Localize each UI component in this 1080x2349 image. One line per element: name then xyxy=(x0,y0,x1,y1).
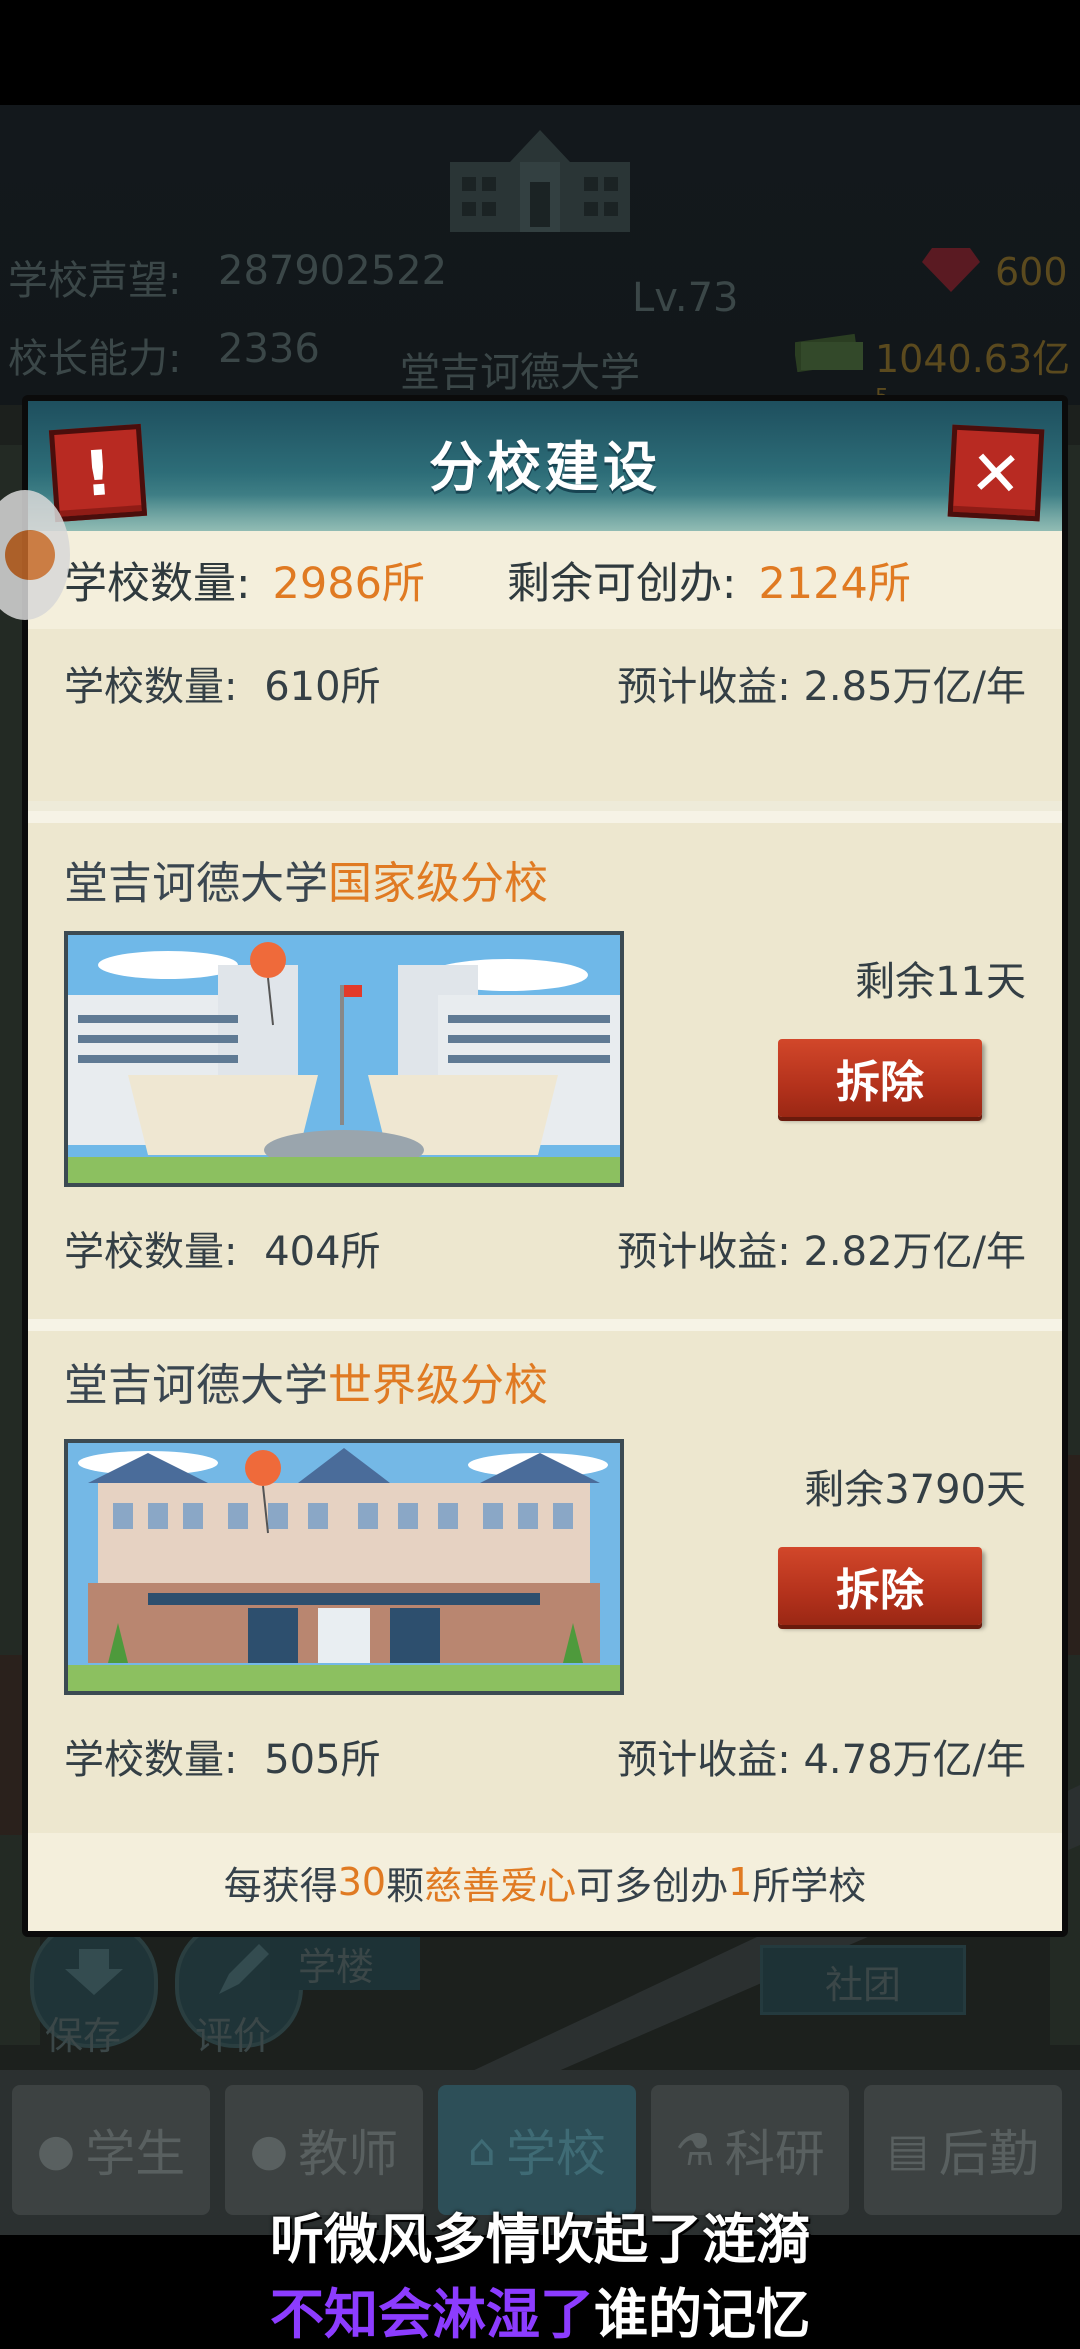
school-count: 学校数量: 404所 xyxy=(64,1219,381,1277)
close-button[interactable]: ✕ xyxy=(947,424,1045,522)
level-text: Lv.73 xyxy=(632,275,739,321)
subtitle-line-2: 不知会淋湿了谁的记忆 xyxy=(0,2270,1080,2349)
tab-teachers-label: 教师 xyxy=(298,2125,399,2183)
tab-school-label: 学校 xyxy=(505,2125,606,2183)
building-label: 学楼 xyxy=(298,1945,375,1989)
remaining-days: 剩余11天 xyxy=(855,959,1026,1005)
money-icon xyxy=(795,333,863,372)
building-button[interactable]: 学楼 xyxy=(270,1930,420,1990)
national-campus-illustration xyxy=(68,935,620,1183)
reputation-value: 287902522 xyxy=(218,248,448,294)
demolish-button[interactable]: 拆除 xyxy=(778,1547,982,1625)
branch-title: 堂吉诃德大学世界级分校 xyxy=(64,1349,548,1413)
school-count-value: 404所 xyxy=(264,1229,381,1275)
close-icon: ✕ xyxy=(968,435,1024,511)
remaining-value: 2124所 xyxy=(758,559,911,609)
branch-title-school: 堂吉诃德大学 xyxy=(64,1360,328,1411)
school-count-label: 学校数量: xyxy=(64,1229,238,1275)
branch-title: 堂吉诃德大学国家级分校 xyxy=(64,847,548,911)
hint-part4: 所学校 xyxy=(752,1863,867,1908)
subtitle-highlight: 不知会淋湿了 xyxy=(270,2283,594,2346)
remaining-label: 剩余可创办: xyxy=(506,559,737,609)
school-count-label: 学校数量: xyxy=(64,664,238,710)
hint-part1: 每获得 xyxy=(223,1863,338,1908)
hint-number2: 1 xyxy=(728,1860,753,1904)
national-branch-image xyxy=(64,931,624,1187)
branch-card: 学校数量: 610所 预计收益: 2.85万亿/年 xyxy=(28,629,1062,801)
expected-revenue: 预计收益: 2.85万亿/年 xyxy=(617,664,1026,710)
ability-value: 2336 xyxy=(218,326,320,372)
branch-title-school: 堂吉诃德大学 xyxy=(64,858,328,909)
school-building-icon xyxy=(450,130,630,232)
subtitle-rest: 谁的记忆 xyxy=(594,2283,810,2346)
clipboard-icon: ▤ xyxy=(887,2124,929,2176)
teacher-icon: ● xyxy=(249,2124,289,2176)
alert-icon[interactable]: ! xyxy=(48,423,148,523)
charity-hint: 每获得 30 颗慈善爱心 可多创办 1 所学校 xyxy=(28,1833,1062,1931)
card-divider xyxy=(28,1319,1062,1331)
dialog-title: 分校建设 xyxy=(429,436,661,499)
tab-logistics-label: 后勤 xyxy=(938,2125,1039,2183)
ability-label: 校长能力: xyxy=(8,336,182,382)
student-icon: ● xyxy=(36,2124,76,2176)
review-label: 评价 xyxy=(195,2014,272,2058)
avatar-icon xyxy=(5,530,55,580)
club-label: 社团 xyxy=(824,1963,901,2007)
remaining-days: 剩余3790天 xyxy=(804,1467,1026,1513)
expected-revenue: 预计收益: 4.78万亿/年 xyxy=(617,1737,1026,1783)
branch-school-dialog: 分校建设 ! ✕ 学校数量: 2986所 剩余可创办: 2124所 学校数量: … xyxy=(22,395,1068,1937)
hint-part2: 颗 xyxy=(386,1863,425,1908)
world-branch-image xyxy=(64,1439,624,1695)
subtitle-line-1: 听微风多情吹起了涟漪 xyxy=(270,2208,810,2271)
gem-count: 600 xyxy=(995,250,1068,294)
demolish-button[interactable]: 拆除 xyxy=(778,1039,982,1117)
money-value: 1040.63亿 xyxy=(875,337,1071,381)
world-campus-illustration xyxy=(68,1443,620,1691)
school-count: 学校数量: 505所 xyxy=(64,1727,381,1785)
hint-number1: 30 xyxy=(337,1860,387,1904)
school-stats-bar: 学校数量: 2986所 剩余可创办: 2124所 xyxy=(28,531,1062,629)
school-count-label: 学校数量: xyxy=(64,559,251,609)
download-icon xyxy=(65,1949,123,1995)
expected-revenue: 预计收益: 2.82万亿/年 xyxy=(617,1229,1026,1275)
branch-title-level: 国家级分校 xyxy=(328,858,548,909)
reputation-label: 学校声望: xyxy=(8,258,182,304)
tab-students-label: 学生 xyxy=(85,2125,186,2183)
save-label: 保存 xyxy=(45,2014,122,2058)
hint-part3: 可多创办 xyxy=(576,1863,729,1908)
branch-list[interactable]: 学校数量: 610所 预计收益: 2.85万亿/年 堂吉诃德大学国家级分校 剩余… xyxy=(28,629,1062,1931)
branch-card-national: 堂吉诃德大学国家级分校 剩余11天 拆除 学校数量: 404所 预计收益: 2.… xyxy=(28,823,1062,1325)
tab-research-label: 科研 xyxy=(724,2125,825,2183)
school-name: 堂吉诃德大学 xyxy=(400,350,640,396)
club-button[interactable]: 社团 xyxy=(760,1945,966,2015)
hint-highlight: 慈善爱心 xyxy=(424,1863,577,1908)
branch-title-level: 世界级分校 xyxy=(328,1360,548,1411)
school-count-label: 学校数量: xyxy=(64,1737,238,1783)
gem-icon xyxy=(922,248,980,292)
flask-icon: ⚗ xyxy=(675,2124,715,2176)
school-count: 学校数量: 610所 xyxy=(64,654,381,712)
card-divider xyxy=(28,811,1062,823)
school-count-value: 610所 xyxy=(264,664,381,710)
school-count-value: 505所 xyxy=(264,1737,381,1783)
branch-card-world: 堂吉诃德大学世界级分校 剩余3790天 拆除 学校数量: 505所 预计收益: … xyxy=(28,1331,1062,1833)
school-count-value: 2986所 xyxy=(272,559,425,609)
school-icon: ⌂ xyxy=(468,2124,496,2176)
